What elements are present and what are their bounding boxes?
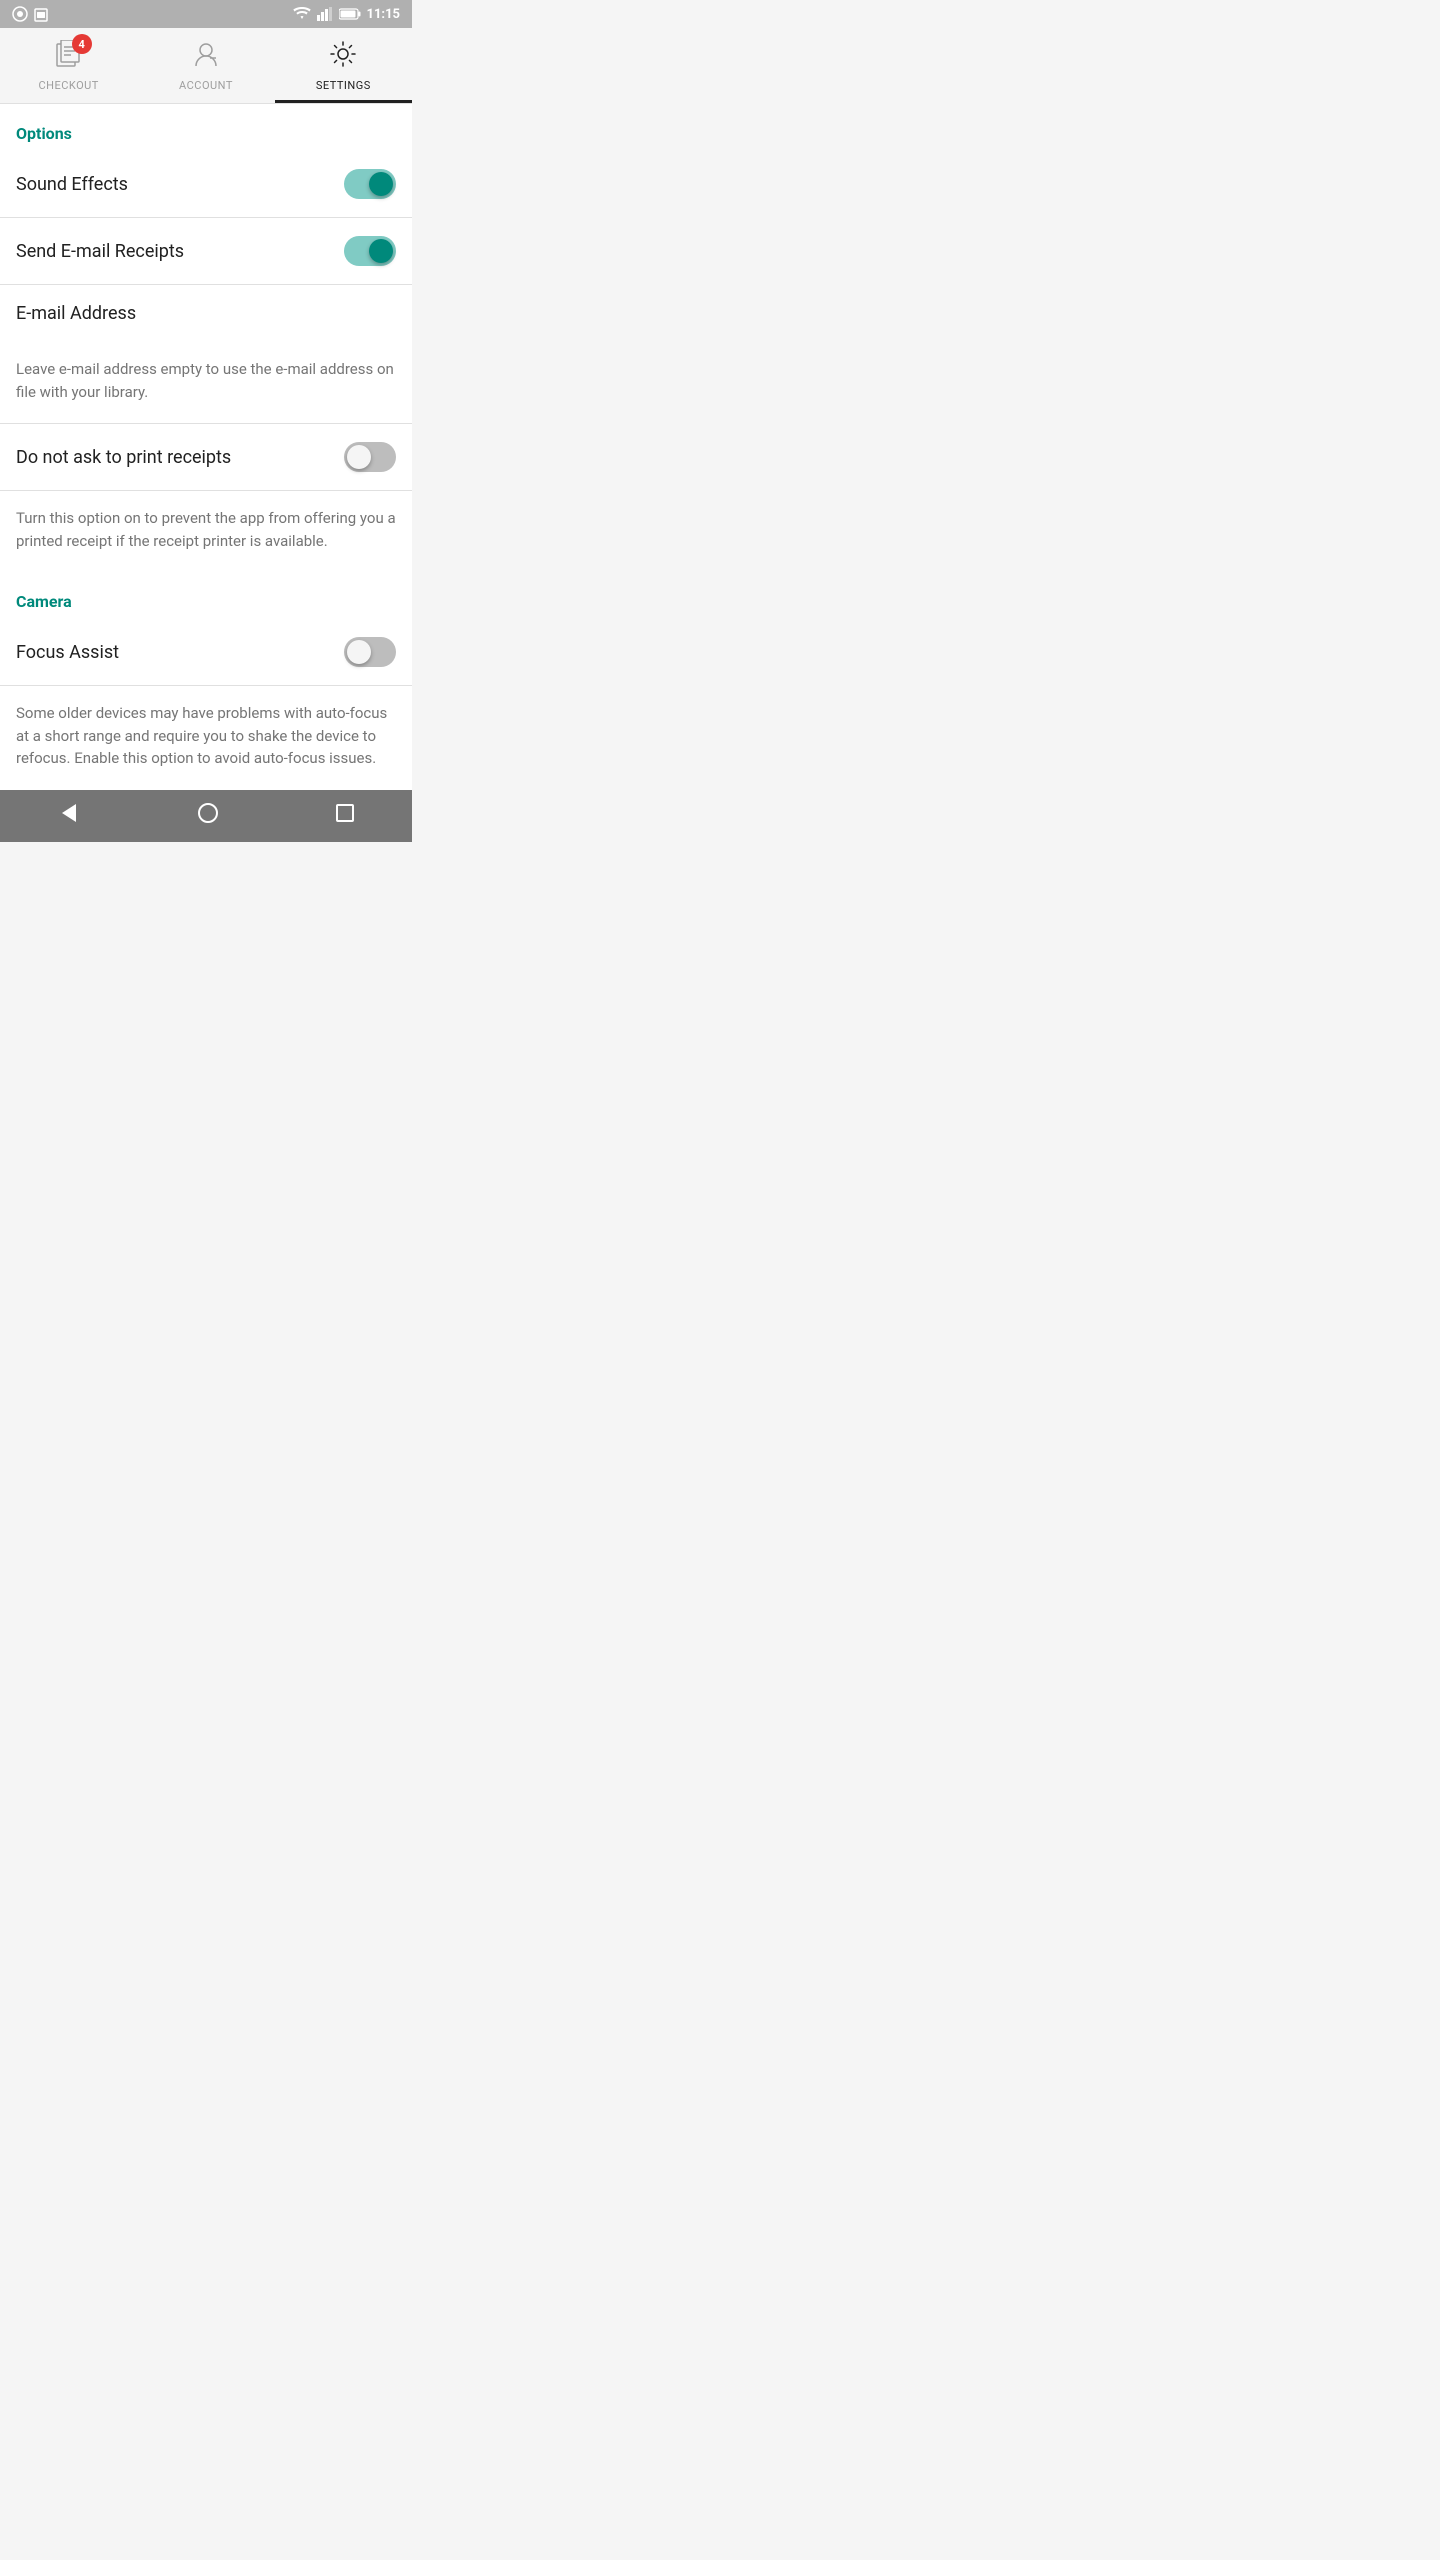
no-print-thumb	[347, 445, 371, 469]
status-left-icons	[12, 6, 48, 22]
no-print-toggle[interactable]	[344, 442, 396, 472]
settings-icon	[329, 40, 357, 75]
camera-section-header: Camera	[0, 572, 412, 619]
tab-account[interactable]: ACCOUNT	[137, 28, 274, 103]
battery-icon	[339, 8, 361, 20]
wifi-icon	[293, 7, 311, 21]
email-address-desc: Leave e-mail address empty to use the e-…	[0, 342, 412, 424]
send-email-row: Send E-mail Receipts	[0, 218, 412, 285]
no-print-label: Do not ask to print receipts	[16, 447, 231, 468]
checkout-label: CHECKOUT	[38, 79, 98, 92]
focus-assist-thumb	[347, 640, 371, 664]
sound-effects-row: Sound Effects	[0, 151, 412, 218]
tab-settings[interactable]: SETTINGS	[275, 28, 412, 103]
recents-button[interactable]	[316, 795, 374, 836]
send-email-thumb	[369, 239, 393, 263]
status-right-icons: 11:15	[293, 7, 401, 22]
status-bar: 11:15	[0, 0, 412, 28]
focus-assist-row: Focus Assist	[0, 619, 412, 686]
sound-effects-thumb	[369, 172, 393, 196]
home-button[interactable]	[177, 794, 239, 838]
sound-effects-toggle[interactable]	[344, 169, 396, 199]
account-icon	[192, 40, 220, 75]
focus-assist-toggle[interactable]	[344, 637, 396, 667]
sound-effects-label: Sound Effects	[16, 174, 128, 195]
email-address-row: E-mail Address	[0, 285, 412, 342]
back-button[interactable]	[38, 794, 100, 838]
no-print-desc: Turn this option on to prevent the app f…	[0, 491, 412, 572]
focus-assist-label: Focus Assist	[16, 642, 119, 663]
settings-content: Options Sound Effects Send E-mail Receip…	[0, 104, 412, 790]
tab-checkout[interactable]: 4 CHECKOUT	[0, 28, 137, 103]
account-label: ACCOUNT	[179, 79, 233, 92]
signal-icon	[317, 7, 333, 21]
email-address-label: E-mail Address	[16, 303, 136, 324]
settings-label: SETTINGS	[316, 79, 371, 92]
bottom-nav	[0, 790, 412, 842]
options-section-header: Options	[0, 104, 412, 151]
sim-icon	[12, 6, 28, 22]
focus-assist-desc: Some older devices may have problems wit…	[0, 686, 412, 790]
send-email-toggle[interactable]	[344, 236, 396, 266]
status-time: 11:15	[367, 7, 401, 22]
checkout-badge: 4	[72, 34, 92, 54]
send-email-label: Send E-mail Receipts	[16, 241, 184, 262]
top-nav: 4 CHECKOUT ACCOUNT SETTINGS	[0, 28, 412, 104]
sim-card-icon	[34, 6, 48, 22]
checkout-icon: 4	[54, 40, 84, 75]
no-print-row: Do not ask to print receipts	[0, 424, 412, 491]
